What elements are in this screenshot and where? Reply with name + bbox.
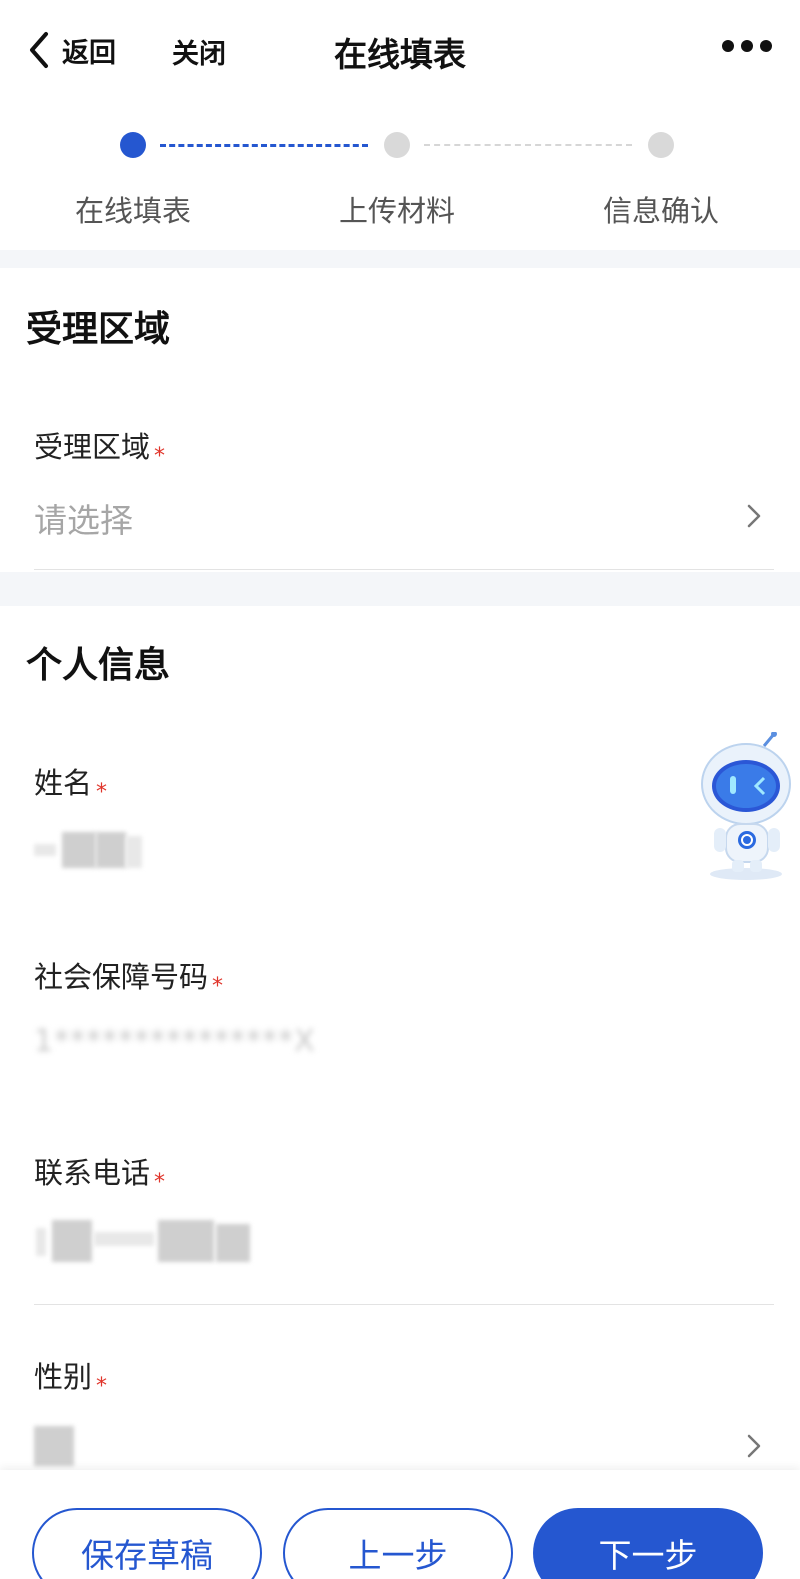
phone-field-label: 联系电话 *: [34, 1150, 166, 1195]
save-draft-button[interactable]: 保存草稿: [32, 1508, 262, 1579]
section-separator: [0, 250, 800, 268]
chevron-right-icon[interactable]: [746, 1432, 762, 1460]
redacted-block: [96, 832, 126, 868]
step-dot-active: [120, 132, 146, 158]
step-connector-inactive: [424, 144, 632, 146]
phone-input[interactable]: [34, 1218, 334, 1268]
gender-label-text: 性别: [34, 1360, 93, 1394]
redacted-block: [34, 844, 56, 856]
step-connector-active: [160, 144, 368, 147]
prev-step-button[interactable]: 上一步: [283, 1508, 513, 1579]
page-title: 在线填表: [334, 35, 466, 74]
redacted-block: [52, 1220, 92, 1262]
area-label-text: 受理区域: [34, 430, 151, 464]
redacted-block: [216, 1224, 250, 1262]
gender-select[interactable]: [34, 1420, 154, 1466]
name-label-text: 姓名: [34, 766, 93, 800]
redacted-block: [94, 1232, 154, 1246]
redacted-block: [34, 1426, 74, 1466]
assistant-robot-icon[interactable]: [694, 732, 794, 882]
ssn-field-label: 社会保障号码 *: [34, 954, 224, 999]
area-select[interactable]: 请选择: [34, 494, 133, 542]
nav-bar: 返回 关闭 在线填表: [0, 0, 800, 100]
more-dot-icon: [760, 40, 772, 52]
area-field-label: 受理区域 *: [34, 424, 166, 469]
progress-steps: 在线填表 上传材料 信息确认: [0, 110, 800, 250]
ssn-label-text: 社会保障号码: [34, 960, 209, 994]
step-dot-inactive: [384, 132, 410, 158]
name-input[interactable]: [34, 826, 334, 876]
gender-field-label: 性别 *: [34, 1354, 108, 1399]
step-label-fill-form: 在线填表: [74, 194, 191, 228]
redacted-block: [126, 836, 142, 868]
phone-label-text: 联系电话: [34, 1156, 151, 1190]
bottom-action-bar: 保存草稿 上一步 下一步: [0, 1470, 800, 1579]
section-title-area: 受理区域: [26, 309, 171, 350]
redacted-block: [158, 1220, 214, 1262]
step-label-upload: 上传材料: [338, 194, 455, 228]
step-dot-inactive: [648, 132, 674, 158]
next-step-button[interactable]: 下一步: [533, 1508, 763, 1579]
required-mark: *: [96, 1374, 108, 1399]
required-mark: *: [96, 780, 108, 805]
chevron-right-icon[interactable]: [746, 502, 762, 530]
ssn-input[interactable]: 1***************X: [34, 1024, 316, 1059]
divider: [34, 569, 774, 570]
redacted-block: [62, 832, 96, 868]
required-mark: *: [154, 444, 166, 469]
more-dot-icon: [722, 40, 734, 52]
step-label-confirm: 信息确认: [602, 194, 719, 228]
redacted-block: [36, 1228, 46, 1256]
required-mark: *: [212, 974, 224, 999]
section-separator: [0, 572, 800, 606]
more-dot-icon: [741, 40, 753, 52]
page: 返回 关闭 在线填表 在线填表 上传材料 信息确认 受理区域 受理区域 * 请选择…: [0, 0, 800, 1579]
required-mark: *: [154, 1170, 166, 1195]
section-title-personal: 个人信息: [26, 645, 171, 686]
divider: [34, 1304, 774, 1305]
more-menu-button[interactable]: [722, 40, 772, 52]
name-field-label: 姓名 *: [34, 760, 108, 805]
